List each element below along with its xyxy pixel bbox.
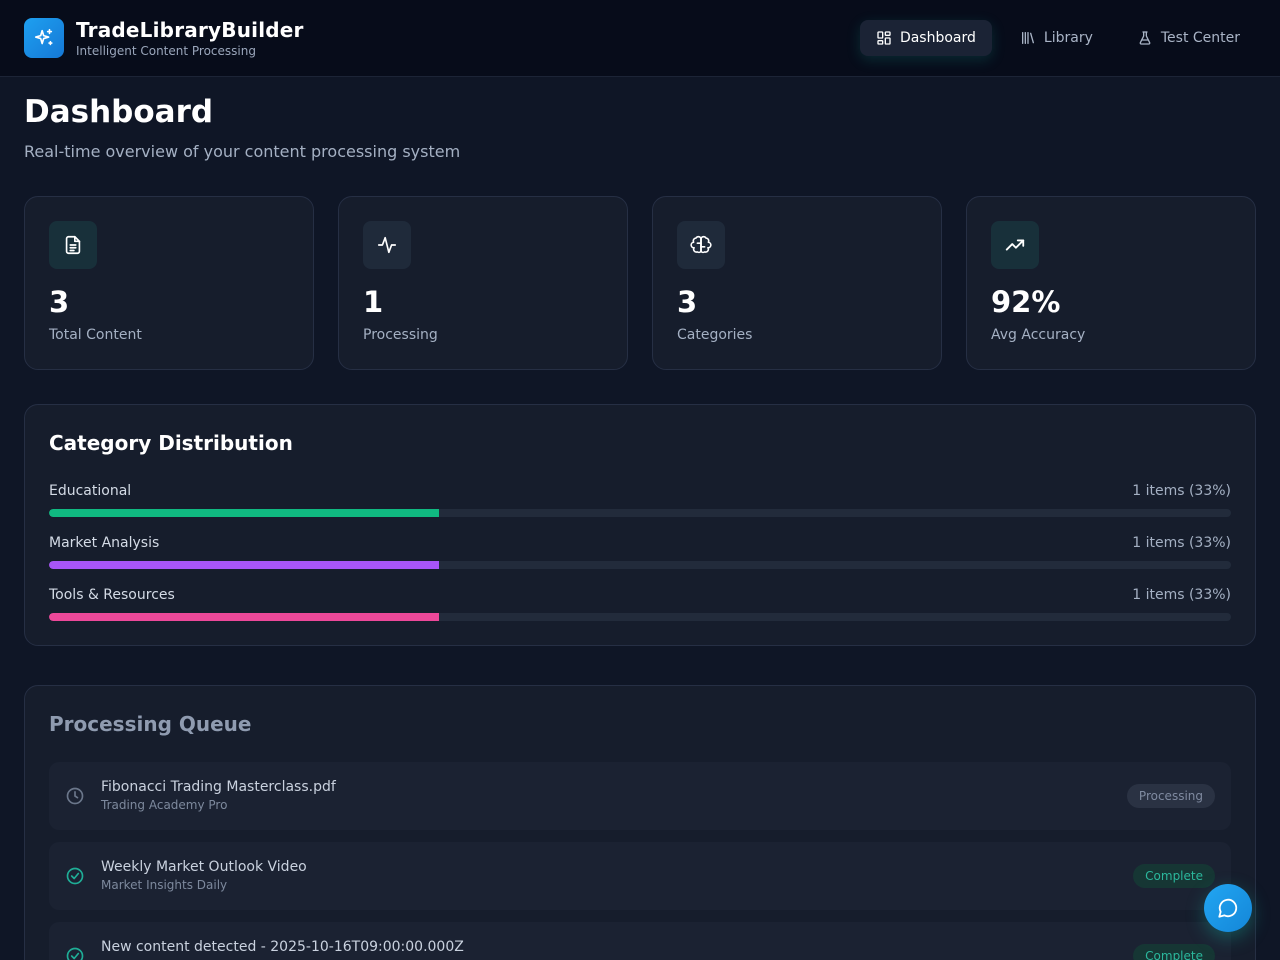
chat-button[interactable]: [1204, 884, 1252, 932]
top-bar: TradeLibraryBuilder Intelligent Content …: [0, 0, 1280, 77]
status-badge: Complete: [1133, 944, 1215, 960]
queue-item[interactable]: Fibonacci Trading Masterclass.pdf Tradin…: [49, 762, 1231, 830]
main-nav: Dashboard Library Test Center: [859, 20, 1256, 56]
nav-library[interactable]: Library: [1004, 20, 1109, 56]
category-distribution-panel: Category Distribution Educational 1 item…: [24, 404, 1256, 646]
category-distribution-title: Category Distribution: [49, 431, 293, 455]
stat-icon-box: [991, 221, 1039, 269]
brain-icon: [690, 235, 712, 254]
category-row: Market Analysis 1 items (33%): [49, 535, 1231, 575]
stat-icon-box: [363, 221, 411, 269]
category-progress-track: [49, 561, 1231, 569]
queue-item-source: Trading Academy Pro: [101, 798, 228, 812]
queue-item-title: New content detected - 2025-10-16T09:00:…: [101, 939, 464, 955]
page-title: Dashboard: [24, 94, 214, 130]
stat-label: Categories: [677, 327, 753, 343]
stat-card-total-content: 3 Total Content: [24, 196, 314, 370]
processing-queue-panel: Processing Queue Fibonacci Trading Maste…: [24, 685, 1256, 960]
queue-item[interactable]: Weekly Market Outlook Video Market Insig…: [49, 842, 1231, 910]
stat-label: Avg Accuracy: [991, 327, 1086, 343]
queue-item-title: Weekly Market Outlook Video: [101, 859, 307, 875]
check-circle-icon: [66, 867, 84, 885]
clock-icon: [66, 787, 84, 805]
nav-dashboard[interactable]: Dashboard: [859, 20, 992, 56]
flask-icon: [1139, 31, 1151, 45]
dashboard-grid-icon: [877, 31, 891, 45]
category-row: Educational 1 items (33%): [49, 483, 1231, 523]
document-icon: [65, 235, 81, 255]
category-name: Educational: [49, 483, 132, 499]
category-count: 1 items (33%): [1132, 535, 1231, 551]
category-name: Tools & Resources: [49, 587, 175, 603]
stat-label: Processing: [363, 327, 438, 343]
nav-test-center[interactable]: Test Center: [1121, 20, 1256, 56]
category-progress-track: [49, 613, 1231, 621]
category-count: 1 items (33%): [1132, 587, 1231, 603]
sparkles-icon: [34, 28, 53, 46]
stat-card-categories: 3 Categories: [652, 196, 942, 370]
stat-card-avg-accuracy: 92% Avg Accuracy: [966, 196, 1256, 370]
category-progress-fill: [49, 561, 440, 569]
nav-dashboard-label: Dashboard: [899, 30, 976, 46]
stat-icon-box: [49, 221, 97, 269]
trending-up-icon: [1005, 239, 1025, 251]
category-progress-fill: [49, 613, 440, 621]
category-name: Market Analysis: [49, 535, 160, 551]
category-progress-fill: [49, 509, 440, 517]
stat-card-processing: 1 Processing: [338, 196, 628, 370]
status-badge: Processing: [1126, 784, 1215, 808]
category-count: 1 items (33%): [1132, 483, 1231, 499]
stat-icon-box: [677, 221, 725, 269]
stat-value: 3: [49, 285, 70, 319]
queue-item[interactable]: New content detected - 2025-10-16T09:00:…: [49, 922, 1231, 960]
category-row: Tools & Resources 1 items (33%): [49, 587, 1231, 627]
stat-value: 92%: [991, 285, 1061, 319]
status-badge: Complete: [1133, 864, 1215, 888]
nav-test-center-label: Test Center: [1160, 30, 1240, 46]
nav-library-label: Library: [1043, 30, 1093, 46]
library-icon: [1021, 31, 1034, 44]
activity-icon: [377, 236, 397, 254]
app-logo[interactable]: [24, 18, 64, 58]
stat-value: 1: [363, 285, 384, 319]
page-subtitle: Real-time overview of your content proce…: [24, 142, 461, 161]
stat-label: Total Content: [49, 327, 142, 343]
category-progress-track: [49, 509, 1231, 517]
app-title: TradeLibraryBuilder: [76, 18, 304, 42]
chat-bubble-icon: [1218, 898, 1238, 918]
check-circle-icon: [66, 947, 84, 960]
queue-item-title: Fibonacci Trading Masterclass.pdf: [101, 779, 336, 795]
processing-queue-title: Processing Queue: [49, 712, 252, 736]
stat-value: 3: [677, 285, 698, 319]
queue-item-source: Market Insights Daily: [101, 878, 228, 892]
app-subtitle: Intelligent Content Processing: [76, 44, 256, 58]
